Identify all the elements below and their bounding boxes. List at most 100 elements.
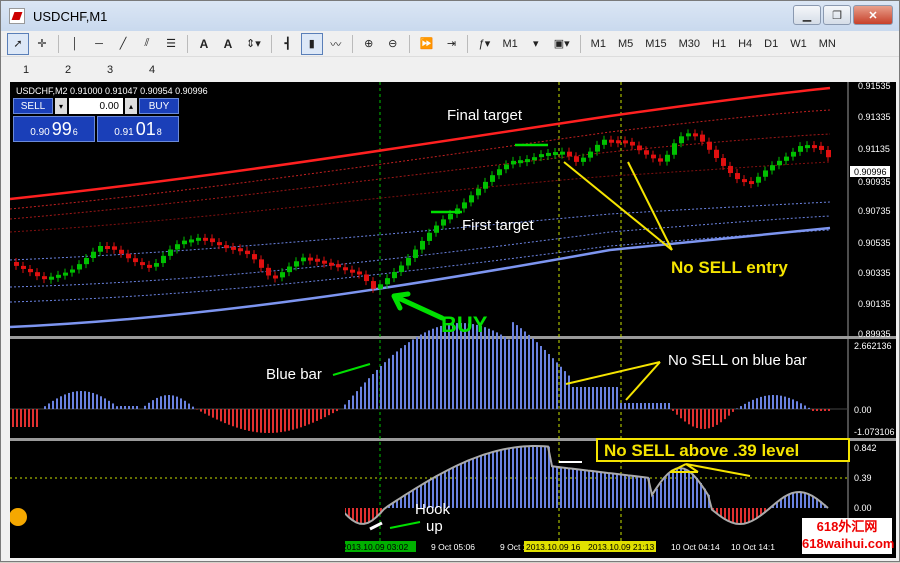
histogram-bar	[612, 387, 614, 409]
bar-chart-icon[interactable]: ┫	[277, 33, 299, 55]
candle	[525, 159, 530, 163]
histogram-bar	[220, 409, 222, 422]
candle	[539, 154, 544, 158]
histogram-bar	[120, 406, 122, 409]
crosshair-icon[interactable]: ✛	[31, 33, 53, 55]
candle	[476, 188, 481, 196]
histogram-bar	[320, 409, 322, 420]
tf-m1[interactable]: M1	[586, 33, 611, 55]
tf-d1[interactable]: D1	[759, 33, 783, 55]
histogram-bar	[512, 447, 514, 508]
buy-button[interactable]: BUY	[139, 98, 179, 114]
candle	[784, 156, 789, 161]
histogram-bar	[808, 493, 810, 508]
numbar-item-3[interactable]: 3	[107, 64, 113, 76]
histogram-bar	[532, 338, 534, 409]
tf-m5[interactable]: M5	[613, 33, 638, 55]
histogram-bar	[596, 387, 598, 409]
candle	[770, 165, 775, 171]
ind2-tick: 0.00	[854, 503, 872, 513]
histogram-bar	[412, 490, 414, 508]
time-label: 2013.10.09 21:13	[588, 542, 654, 552]
horizontal-line-icon[interactable]: ─	[88, 33, 110, 55]
histogram-bar	[676, 468, 678, 508]
toolbar-separator	[270, 34, 272, 53]
histogram-bar	[244, 409, 246, 430]
lot-input[interactable]: 0.00	[69, 98, 123, 114]
ask-small: 0.91	[114, 127, 134, 138]
sell-button[interactable]: SELL	[13, 98, 53, 114]
candle	[735, 173, 740, 180]
text-icon[interactable]: A	[193, 33, 215, 55]
tf-m30[interactable]: M30	[674, 33, 705, 55]
indicators-icon[interactable]: ƒ▾	[473, 33, 495, 55]
candle	[420, 240, 425, 250]
zoom-out-icon[interactable]: ⊖	[382, 33, 404, 55]
restore-button[interactable]: ❐	[823, 5, 851, 25]
candle	[322, 260, 327, 264]
line-chart-icon[interactable]: 〰	[325, 33, 347, 55]
histogram-bar	[516, 447, 518, 508]
close-button[interactable]: ✕	[853, 5, 893, 25]
histogram-bar	[732, 508, 734, 523]
templates-icon[interactable]: ▣▾	[549, 33, 575, 55]
candle	[490, 175, 495, 182]
fibonacci-icon[interactable]: ☰	[160, 33, 182, 55]
arrows-icon[interactable]: ⇕▾	[241, 33, 266, 55]
histogram-bar	[728, 409, 730, 416]
zoom-in-icon[interactable]: ⊕	[358, 33, 380, 55]
tf-h1[interactable]: H1	[707, 33, 731, 55]
tf-w1[interactable]: W1	[785, 33, 812, 55]
histogram-bar	[424, 332, 426, 409]
histogram-bar	[580, 469, 582, 508]
lot-spinner[interactable]: ▴	[125, 98, 137, 114]
bid-price-button[interactable]: 0.90 99 6	[13, 116, 95, 142]
histogram-bar	[372, 374, 374, 409]
histogram-bar	[524, 331, 526, 409]
histogram-bar	[204, 409, 206, 414]
candlestick-icon[interactable]: ▮	[300, 32, 323, 55]
timeframe-dropdown[interactable]: M1	[497, 33, 522, 55]
tf-mn[interactable]: MN	[814, 33, 841, 55]
candle	[252, 254, 257, 260]
histogram-bar	[640, 476, 642, 508]
histogram-bar	[232, 409, 234, 427]
price-tick: 0.91135	[858, 144, 890, 154]
text-label-icon[interactable]: A	[217, 33, 239, 55]
channel-icon[interactable]: ⫽	[136, 33, 158, 55]
histogram-bar	[364, 382, 366, 409]
histogram-bar	[568, 375, 570, 409]
candle	[175, 244, 180, 250]
chart-area[interactable]: 0.91535 0.91335 0.91135 0.90935 0.90735 …	[9, 81, 896, 558]
histogram-bar	[520, 328, 522, 409]
histogram-bar	[404, 495, 406, 508]
candle	[14, 262, 19, 266]
tf-h4[interactable]: H4	[733, 33, 757, 55]
tf-m15[interactable]: M15	[640, 33, 671, 55]
numbar-item-1[interactable]: 1	[23, 64, 29, 76]
chevron-down-icon[interactable]: ▾	[525, 33, 547, 55]
histogram-bar	[180, 398, 182, 409]
numbar-item-4[interactable]: 4	[149, 64, 155, 76]
numbar-item-2[interactable]: 2	[65, 64, 71, 76]
price-tick: 0.89935	[858, 329, 891, 339]
histogram-bar	[92, 392, 94, 409]
autoscroll-icon[interactable]: ⏩	[415, 33, 439, 55]
histogram-bar	[624, 474, 626, 508]
ask-price-button[interactable]: 0.91 01 8	[97, 116, 179, 142]
histogram-bar	[636, 476, 638, 508]
histogram-bar	[748, 401, 750, 409]
histogram-bar	[44, 406, 46, 409]
chart-canvas[interactable]: 0.91535 0.91335 0.91135 0.90935 0.90735 …	[9, 81, 896, 558]
trendline-icon[interactable]: ╱	[112, 33, 134, 55]
price-tick: 0.90335	[858, 268, 891, 278]
chart-shift-icon[interactable]: ⇥	[440, 33, 462, 55]
candle	[217, 242, 222, 246]
cursor-icon[interactable]: ➚	[7, 32, 29, 55]
lot-spinner[interactable]: ▾	[55, 98, 67, 114]
annotation-buy: BUY	[441, 312, 488, 337]
time-label: 10 Oct 14:1	[731, 542, 775, 552]
vertical-line-icon[interactable]: │	[64, 33, 86, 55]
histogram-bar	[652, 494, 654, 508]
minimize-button[interactable]: ▁	[793, 5, 821, 25]
